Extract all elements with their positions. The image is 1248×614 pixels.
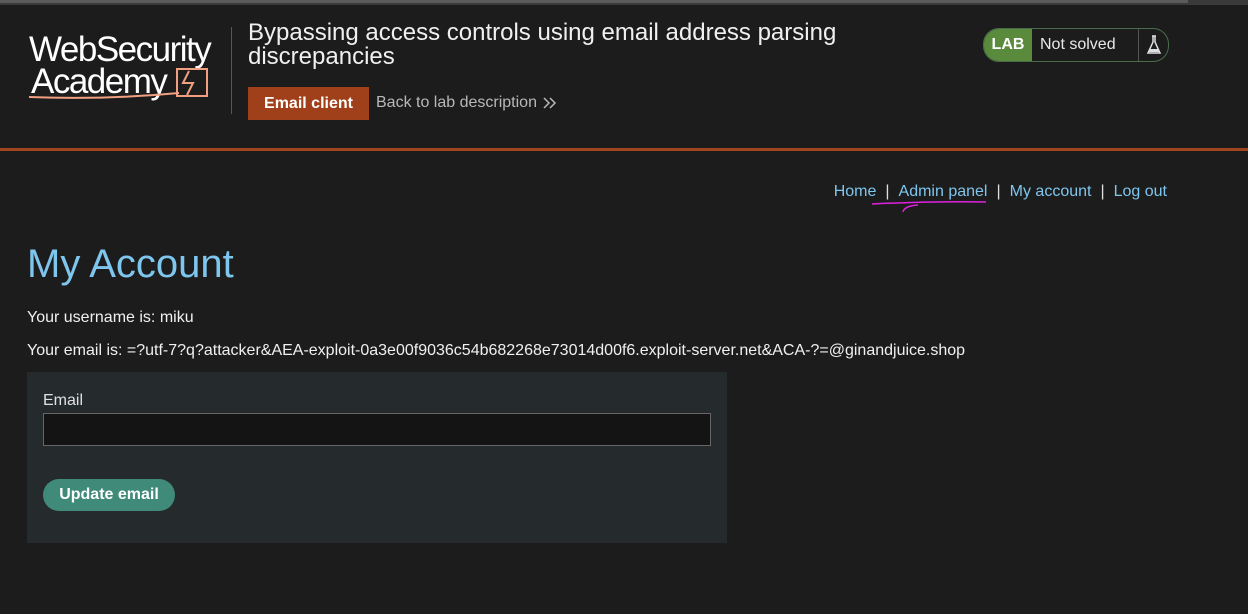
- flask-icon: [1146, 35, 1161, 54]
- lab-status-text: Not solved: [1040, 36, 1116, 53]
- back-link-label: Back to lab description: [376, 94, 537, 111]
- lab-header: WebSecurity Academy Bypassing access con…: [0, 5, 1248, 151]
- change-email-form: Email Update email: [27, 372, 727, 543]
- lightning-icon: [181, 70, 195, 96]
- email-input[interactable]: [43, 413, 711, 446]
- page-title: My Account: [27, 242, 234, 286]
- lab-status-widget: LAB Not solved: [983, 28, 1169, 62]
- username-line: Your username is: miku: [27, 309, 194, 326]
- web-security-academy-logo[interactable]: WebSecurity Academy: [29, 27, 229, 103]
- scroll-indicator: [0, 0, 1188, 3]
- flask-button[interactable]: [1138, 29, 1168, 61]
- lab-title: Bypassing access controls using email ad…: [248, 19, 837, 70]
- nav-my-account-link[interactable]: My account: [1010, 183, 1092, 200]
- pink-underline-annotation: [871, 201, 987, 213]
- update-email-button[interactable]: Update email: [43, 479, 175, 511]
- header-divider: [231, 27, 232, 114]
- email-label: Email: [43, 392, 84, 409]
- email-line: Your email is: =?utf-7?q?attacker&AEA-ex…: [27, 342, 966, 359]
- nav-separator: |: [996, 183, 1001, 200]
- email-client-button[interactable]: Email client: [248, 87, 369, 120]
- back-to-lab-description-link[interactable]: Back to lab description: [376, 94, 557, 112]
- nav-separator: |: [1100, 183, 1105, 200]
- chevron-double-right-icon: [543, 97, 557, 109]
- nav-log-out-link[interactable]: Log out: [1114, 183, 1167, 200]
- lab-badge: LAB: [984, 29, 1032, 61]
